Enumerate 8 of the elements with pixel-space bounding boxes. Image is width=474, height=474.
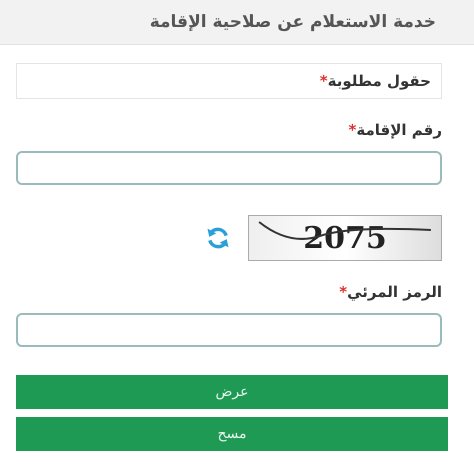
field-label: الرمز المرئي* xyxy=(339,283,442,301)
field-label: رقم الإقامة* xyxy=(348,121,442,139)
required-note: حقول مطلوبة* xyxy=(320,72,431,90)
form-button[interactable]: مسح xyxy=(16,417,448,451)
input-field[interactable] xyxy=(16,151,442,185)
input-field[interactable] xyxy=(16,313,442,347)
page-title: خدمة الاستعلام عن صلاحية الإقامة xyxy=(150,12,436,32)
form-button[interactable]: عرض xyxy=(16,375,448,409)
